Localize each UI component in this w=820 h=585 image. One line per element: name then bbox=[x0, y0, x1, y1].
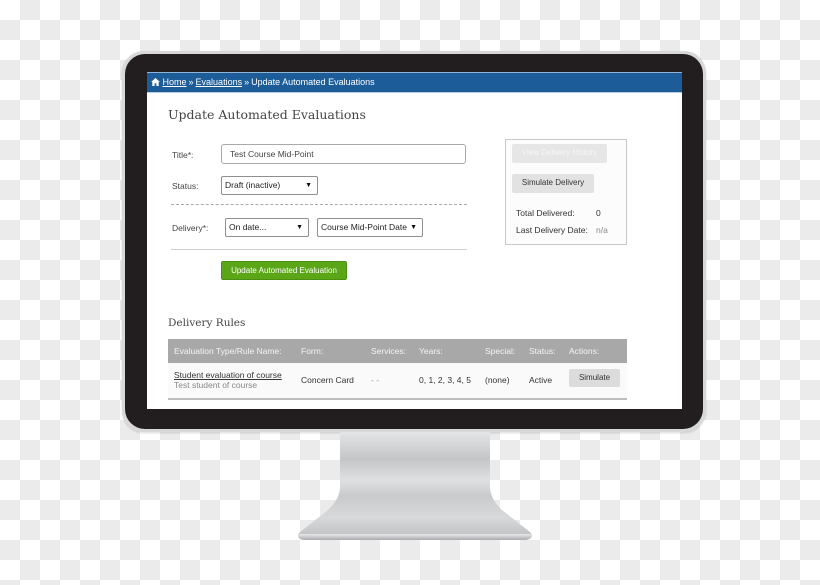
breadcrumb-home-link[interactable]: Home bbox=[163, 77, 187, 87]
column-header: Form: bbox=[301, 346, 324, 356]
column-header: Special: bbox=[485, 346, 516, 356]
breadcrumb-evaluations-link[interactable]: Evaluations bbox=[196, 77, 243, 87]
chevron-down-icon: ▼ bbox=[296, 224, 303, 231]
delivery-date-select[interactable]: Course Mid-Point Date ▼ bbox=[317, 218, 423, 237]
stand-base-edge bbox=[298, 534, 532, 540]
total-delivered-value: 0 bbox=[596, 208, 601, 218]
chevron-down-icon: ▼ bbox=[305, 182, 312, 189]
simulate-rule-button[interactable]: Simulate bbox=[569, 369, 620, 387]
breadcrumb: Home» Evaluations» Update Automated Evalua… bbox=[147, 72, 682, 93]
status-select-value: Draft (inactive) bbox=[225, 180, 281, 190]
last-delivery-label: Last Delivery Date: bbox=[516, 225, 588, 235]
table-row: Student evaluation of course Test studen… bbox=[168, 363, 627, 400]
form-divider bbox=[171, 249, 467, 250]
monitor-stand bbox=[298, 432, 532, 540]
delivery-when-value: On date... bbox=[229, 222, 267, 232]
column-header: Actions: bbox=[569, 346, 600, 356]
services-cell: - - bbox=[371, 375, 380, 385]
delivery-summary-panel: View Delivery History Simulate Delivery … bbox=[505, 139, 627, 245]
column-header: Status: bbox=[529, 346, 556, 356]
total-delivered-label: Total Delivered: bbox=[516, 208, 575, 218]
chevron-down-icon: ▼ bbox=[410, 224, 417, 231]
stand-body bbox=[298, 432, 532, 539]
breadcrumb-separator: » bbox=[188, 77, 194, 87]
years-cell: 0, 1, 2, 3, 4, 5 bbox=[419, 375, 471, 385]
app-screen: Home» Evaluations» Update Automated Evalua… bbox=[147, 72, 682, 409]
last-delivery-value: n/a bbox=[596, 225, 608, 235]
column-header: Years: bbox=[419, 346, 443, 356]
title-label: Title*: bbox=[172, 150, 194, 160]
column-header: Evaluation Type/Rule Name: bbox=[174, 346, 282, 356]
delivery-rules-title: Delivery Rules bbox=[168, 317, 246, 329]
simulate-delivery-button[interactable]: Simulate Delivery bbox=[512, 174, 594, 193]
delivery-when-select[interactable]: On date... ▼ bbox=[225, 218, 309, 237]
rule-subtitle: Test student of course bbox=[174, 380, 258, 390]
title-input[interactable]: Test Course Mid-Point bbox=[221, 144, 466, 164]
status-cell: Active bbox=[529, 375, 553, 385]
form-cell: Concern Card bbox=[301, 375, 354, 385]
home-icon bbox=[151, 78, 160, 86]
breadcrumb-separator: » bbox=[244, 77, 250, 87]
delivery-rules-table: Evaluation Type/Rule Name: Form: Service… bbox=[168, 339, 627, 400]
status-select[interactable]: Draft (inactive) ▼ bbox=[221, 176, 318, 195]
form-divider-dashed bbox=[171, 204, 467, 205]
rule-name-link[interactable]: Student evaluation of course bbox=[174, 370, 282, 380]
delivery-date-value: Course Mid-Point Date bbox=[321, 222, 407, 232]
view-delivery-history-button[interactable]: View Delivery History bbox=[512, 144, 607, 163]
delivery-label: Delivery*: bbox=[172, 223, 209, 233]
page-title: Update Automated Evaluations bbox=[168, 107, 366, 122]
status-label: Status: bbox=[172, 181, 199, 191]
column-header: Services: bbox=[371, 346, 406, 356]
breadcrumb-current: Update Automated Evaluations bbox=[251, 77, 375, 87]
table-header: Evaluation Type/Rule Name: Form: Service… bbox=[168, 339, 627, 363]
special-cell: (none) bbox=[485, 375, 510, 385]
update-evaluation-button[interactable]: Update Automated Evaluation bbox=[221, 261, 347, 280]
